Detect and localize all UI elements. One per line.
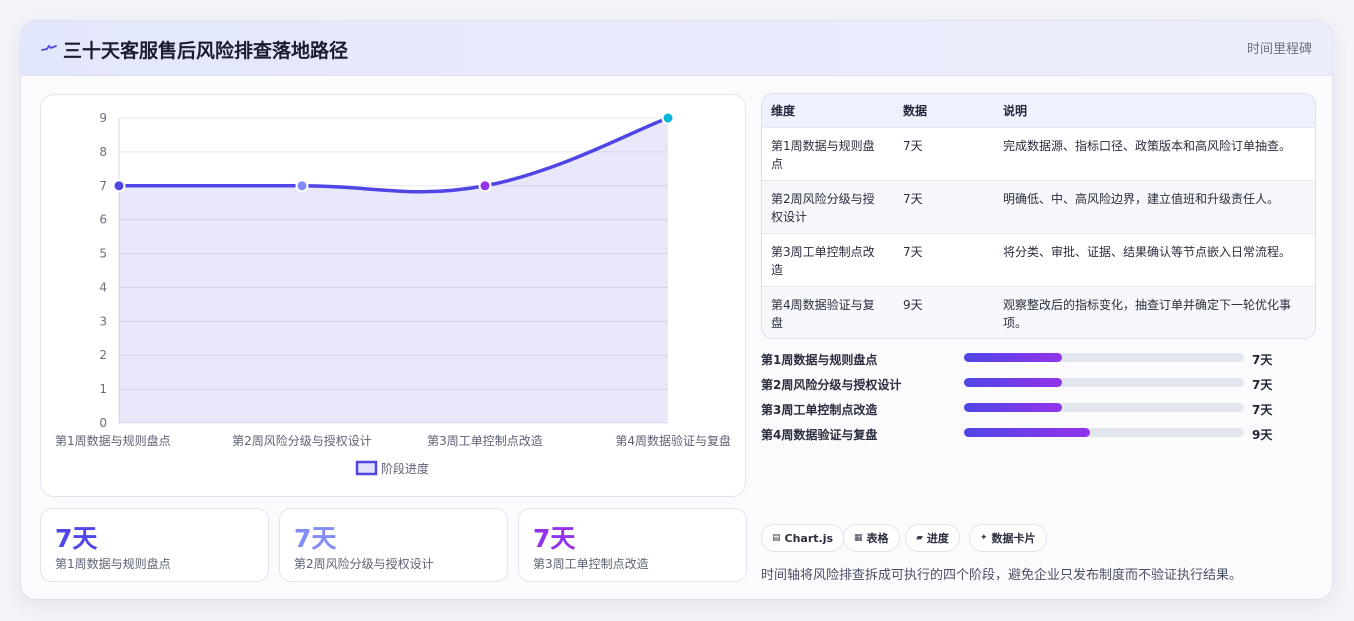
x-tick-label: 第1周数据与规则盘点 [55,433,171,448]
table-row: 第4周数据验证与复盘 9天 观察整改后的指标变化，抽查订单并确定下一轮优化事项。 [762,286,1315,338]
progress-value: 9天 [1252,428,1273,442]
progress-track [964,428,1244,437]
table-cell: 第4周数据验证与复盘 [771,297,875,330]
column-header: 数据 [903,103,928,118]
progress-fill [964,378,1062,387]
y-tick-label: 1 [99,382,107,396]
stat-card-week2: 7天 第2周风险分级与授权设计 [279,508,508,582]
progress-fill [964,353,1062,362]
y-tick-label: 3 [99,314,107,328]
table-cell: 明确低、中、高风险边界，建立值班和升级责任人。 [1003,191,1280,206]
x-tick-label: 第2周风险分级与授权设计 [232,433,372,448]
stat-value: 7天 [55,524,98,553]
progress-label: 第4周数据验证与复盘 [761,428,878,442]
stat-value: 7天 [533,524,576,553]
progress-row: 第4周数据验证与复盘 9天 [761,424,1321,449]
tag-table[interactable]: ▦ 表格 [843,524,900,552]
stat-label: 第3周工单控制点改造 [533,557,649,571]
line-chart-panel: 0 1 2 3 4 5 6 7 8 9 第1周数据与规则盘点 第2周风险分级与授权设计 第3周工单控制点… [40,94,746,497]
y-tick-label: 9 [99,111,107,125]
table-row: 第3周工单控制点改造 7天 将分类、审批、证据、结果确认等节点嵌入日常流程。 [762,233,1315,286]
y-tick-label: 4 [99,280,107,294]
table-cell: 第1周数据与规则盘点 [771,138,875,171]
progress-fill [964,403,1062,412]
progress-label: 第2周风险分级与授权设计 [761,378,902,392]
tag-chartjs[interactable]: ▤ Chart.js [761,524,845,552]
progress-value: 7天 [1252,403,1273,417]
series-area [119,118,668,423]
tag-label: 表格 [866,532,889,545]
data-point [112,179,126,193]
table-row: 第1周数据与规则盘点 7天 完成数据源、指标口径、政策版本和高风险订单抽查。 [762,127,1315,180]
table-cell: 7天 [903,138,923,153]
table-cell: 9天 [903,297,923,312]
legend-label: 阶段进度 [381,461,429,476]
progress-value: 7天 [1252,378,1273,392]
milestone-table: 维度 数据 说明 第1周数据与规则盘点 7天 完成数据源、指标口径、政策版本和高… [761,93,1316,339]
progress-icon: ▰ [916,533,923,543]
progress-fill [964,428,1090,437]
milestone-badge: 时间里程碑 [1246,42,1312,57]
progress-track [964,353,1244,362]
data-point [478,179,492,193]
stat-value: 7天 [294,524,337,553]
data-point [661,111,675,125]
y-tick-label: 5 [99,247,107,261]
page-title: 三十天客服售后风险排查落地路径 [63,40,349,62]
progress-label: 第3周工单控制点改造 [761,403,878,417]
data-point [295,179,309,193]
column-header: 维度 [771,103,796,118]
tag-label: Chart.js [784,531,834,545]
stat-label: 第1周数据与规则盘点 [55,557,171,571]
progress-row: 第3周工单控制点改造 7天 [761,399,1321,424]
tag-label: 进度 [926,532,949,545]
table-cell: 7天 [903,244,923,259]
card-header: 三十天客服售后风险排查落地路径 时间里程碑 [21,21,1332,76]
table-row: 第2周风险分级与授权设计 7天 明确低、中、高风险边界，建立值班和升级责任人。 [762,180,1315,233]
legend-swatch [355,460,378,476]
y-tick-label: 6 [99,213,107,227]
table-cell: 第2周风险分级与授权设计 [771,191,875,224]
table-icon: ▦ [854,533,863,543]
progress-row: 第1周数据与规则盘点 7天 [761,349,1321,374]
table-cell: 将分类、审批、证据、结果确认等节点嵌入日常流程。 [1003,244,1292,259]
summary-text: 时间轴将风险排查拆成可执行的四个阶段，避免企业只发布制度而不验证执行结果。 [761,568,1243,583]
column-header: 说明 [1003,103,1028,118]
y-tick-label: 0 [99,416,107,430]
tag-progress[interactable]: ▰ 进度 [905,524,960,552]
y-tick-label: 7 [99,179,107,193]
progress-list: 第1周数据与规则盘点 7天 第2周风险分级与授权设计 7天 第3周工单控制点改造… [761,349,1321,449]
dashboard-card: 三十天客服售后风险排查落地路径 时间里程碑 0 1 2 3 4 5 6 7 8 9 第1周数据与规则… [20,20,1333,600]
table-cell: 7天 [903,191,923,206]
sparkle-icon: ✦ [980,533,988,543]
x-tick-label: 第4周数据验证与复盘 [615,433,731,448]
pulse-icon [41,44,57,51]
line-chart: 0 1 2 3 4 5 6 7 8 9 第1周数据与规则盘点 第2周风险分级与授权设计 第3周工单控制点… [55,111,731,476]
tag-data-card[interactable]: ✦ 数据卡片 [969,524,1047,552]
stat-label: 第2周风险分级与授权设计 [294,557,434,571]
progress-track [964,378,1244,387]
progress-label: 第1周数据与规则盘点 [761,353,878,367]
table-header-row: 维度 数据 说明 [762,94,1315,127]
stat-card-week1: 7天 第1周数据与规则盘点 [40,508,269,582]
y-tick-label: 8 [99,145,107,159]
stat-card-week3: 7天 第3周工单控制点改造 [518,508,747,582]
progress-value: 7天 [1252,353,1273,367]
table-cell: 第3周工单控制点改造 [771,244,875,277]
tag-label: 数据卡片 [991,532,1036,545]
progress-row: 第2周风险分级与授权设计 7天 [761,374,1321,399]
progress-track [964,403,1244,412]
chart-icon: ▤ [772,533,781,543]
table-cell: 完成数据源、指标口径、政策版本和高风险订单抽查。 [1003,138,1292,153]
y-tick-label: 2 [99,348,107,362]
x-tick-label: 第3周工单控制点改造 [427,434,543,448]
table-cell: 观察整改后的指标变化，抽查订单并确定下一轮优化事项。 [1003,297,1292,330]
